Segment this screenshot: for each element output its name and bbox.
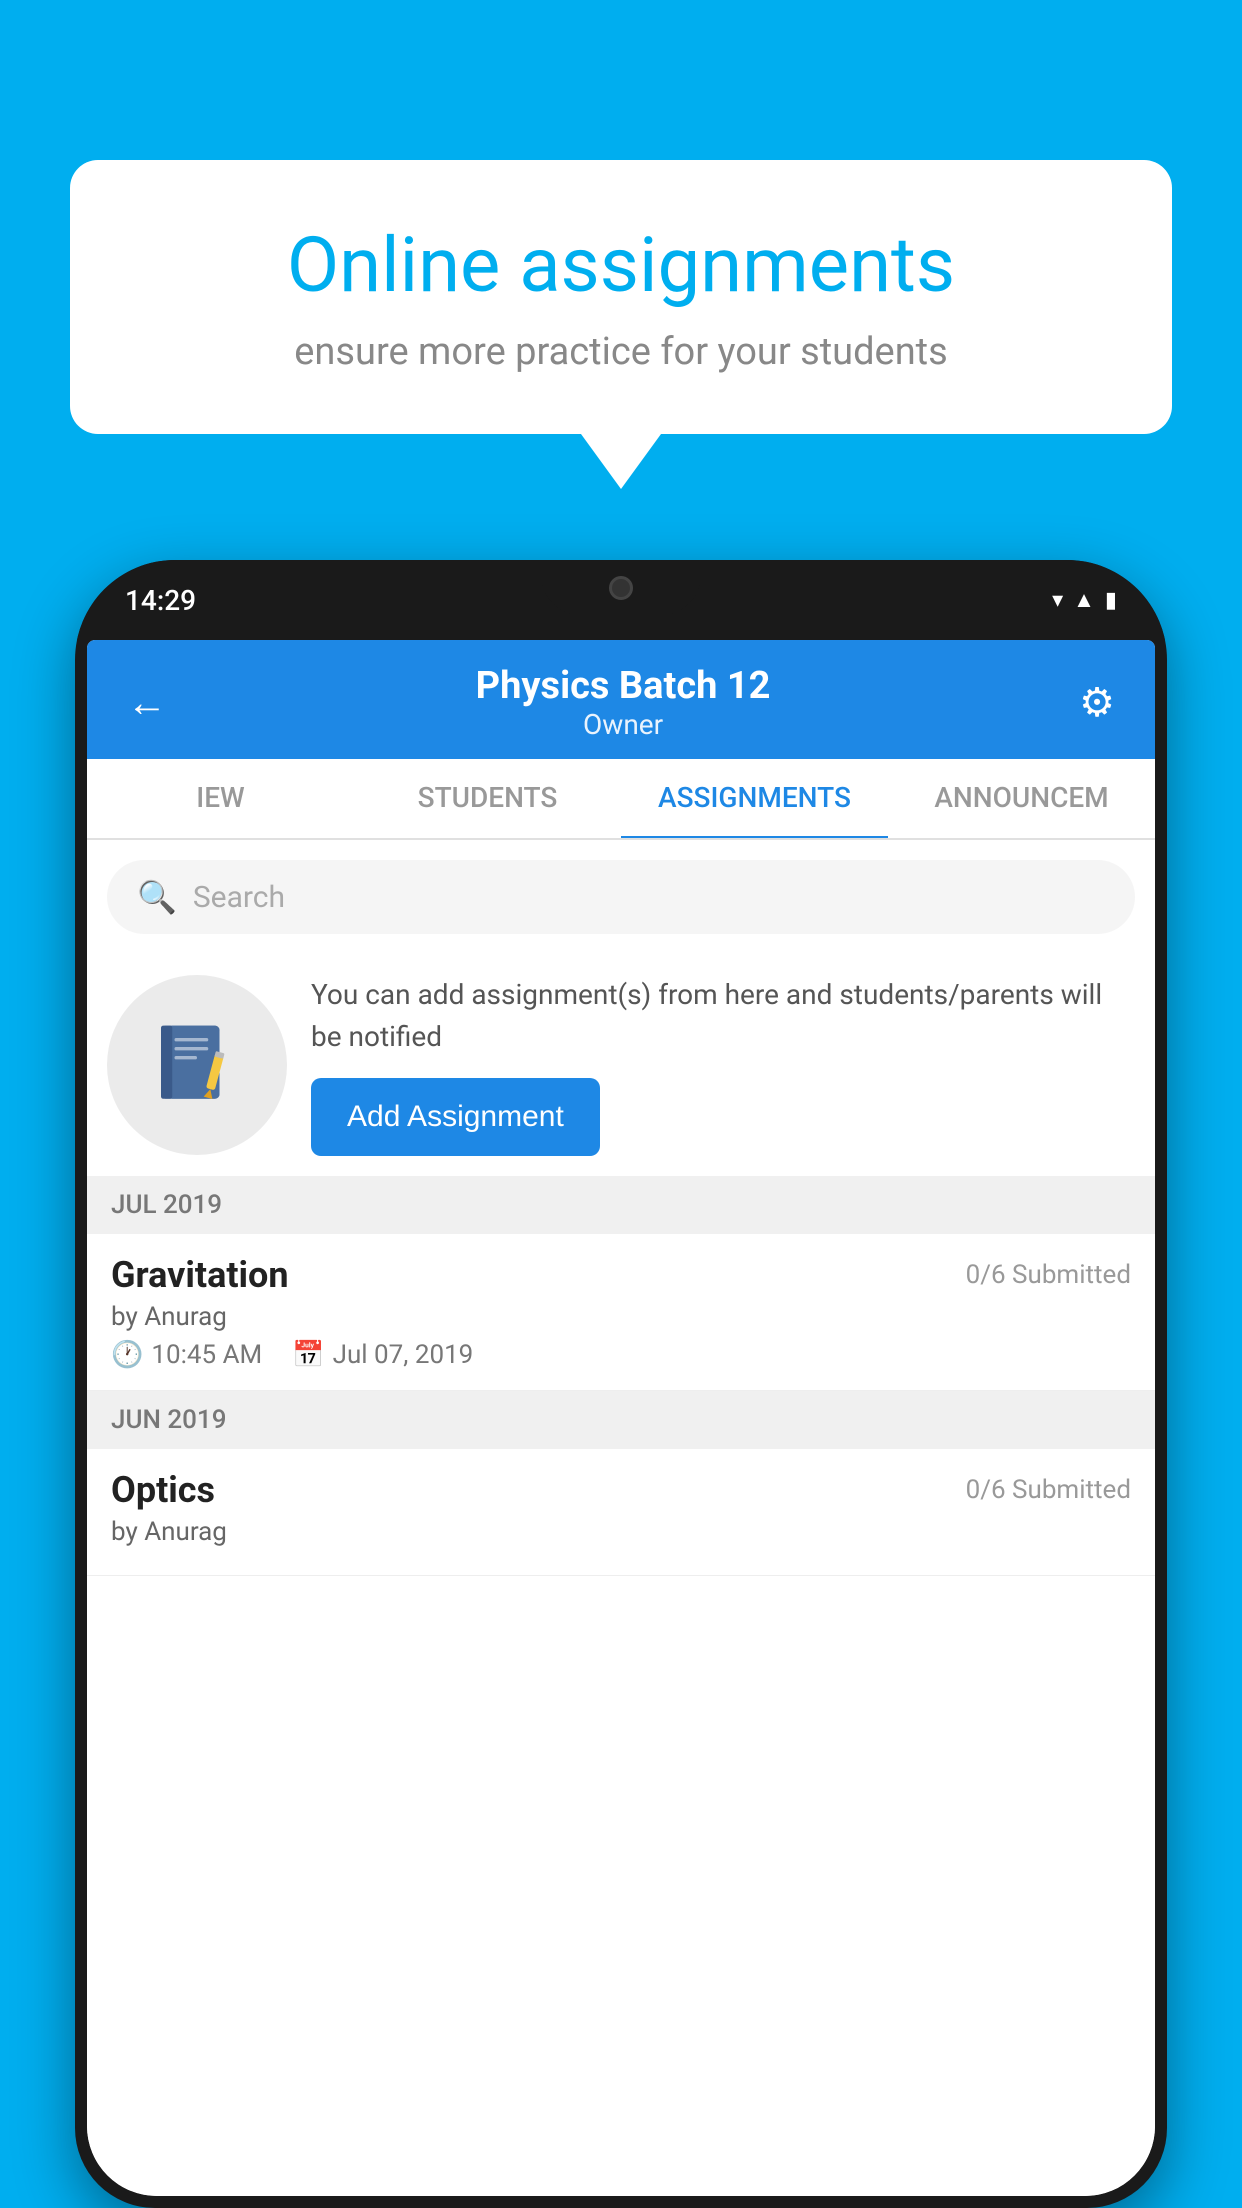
battery-icon: ▮ (1105, 588, 1117, 613)
phone-screen: ← Physics Batch 12 Owner ⚙ IEW STUDENTS … (87, 640, 1155, 2196)
header-subtitle: Owner (476, 708, 771, 741)
assignment-row1: Gravitation 0/6 Submitted (111, 1254, 1131, 1296)
tab-assignments[interactable]: ASSIGNMENTS (621, 759, 888, 840)
empty-state: You can add assignment(s) from here and … (87, 944, 1155, 1176)
speech-bubble-title: Online assignments (140, 220, 1102, 310)
time-value-gravitation: 10:45 AM (151, 1340, 262, 1370)
speech-bubble-arrow (581, 434, 661, 489)
assignment-row1-optics: Optics 0/6 Submitted (111, 1469, 1131, 1511)
assignment-submitted-optics: 0/6 Submitted (966, 1475, 1131, 1505)
section-header-jul-2019: JUL 2019 (87, 1176, 1155, 1234)
tab-students[interactable]: STUDENTS (354, 759, 621, 838)
signal-icon: ▲ (1073, 587, 1095, 613)
status-time: 14:29 (125, 584, 196, 617)
assignment-item-optics[interactable]: Optics 0/6 Submitted by Anurag (87, 1449, 1155, 1576)
assignment-title-optics: Optics (111, 1469, 215, 1511)
empty-state-text: You can add assignment(s) from here and … (311, 974, 1135, 1156)
phone-notch (541, 560, 701, 615)
assignment-author-gravitation: by Anurag (111, 1302, 1131, 1332)
section-header-jun-2019: JUN 2019 (87, 1391, 1155, 1449)
status-icons: ▾ ▲ ▮ (1052, 587, 1117, 613)
empty-icon-circle (107, 975, 287, 1155)
back-button[interactable]: ← (127, 679, 167, 726)
tab-iew[interactable]: IEW (87, 759, 354, 838)
date-value-gravitation: Jul 07, 2019 (333, 1340, 474, 1370)
tab-announcements[interactable]: ANNOUNCEM (888, 759, 1155, 838)
assignment-author-optics: by Anurag (111, 1517, 1131, 1547)
meta-time-gravitation: 🕐 10:45 AM (111, 1340, 262, 1370)
assignment-title-gravitation: Gravitation (111, 1254, 289, 1296)
app-header: ← Physics Batch 12 Owner ⚙ (87, 640, 1155, 759)
wifi-icon: ▾ (1052, 588, 1063, 613)
search-bar[interactable]: 🔍 Search (107, 860, 1135, 934)
assignment-item-gravitation[interactable]: Gravitation 0/6 Submitted by Anurag 🕐 10… (87, 1234, 1155, 1391)
calendar-icon: 📅 (292, 1340, 324, 1370)
screen-content: 🔍 Search (87, 840, 1155, 2196)
speech-bubble-container: Online assignments ensure more practice … (70, 160, 1172, 489)
phone-camera (609, 576, 633, 600)
notebook-icon (152, 1020, 242, 1110)
speech-bubble: Online assignments ensure more practice … (70, 160, 1172, 434)
tabs-container: IEW STUDENTS ASSIGNMENTS ANNOUNCEM (87, 759, 1155, 840)
meta-date-gravitation: 📅 Jul 07, 2019 (292, 1340, 473, 1370)
add-assignment-button[interactable]: Add Assignment (311, 1078, 600, 1156)
assignment-meta-gravitation: 🕐 10:45 AM 📅 Jul 07, 2019 (111, 1340, 1131, 1370)
header-title-group: Physics Batch 12 Owner (476, 664, 771, 741)
assignment-submitted-gravitation: 0/6 Submitted (966, 1260, 1131, 1290)
search-placeholder: Search (193, 880, 285, 915)
settings-icon[interactable]: ⚙ (1079, 679, 1115, 726)
header-title: Physics Batch 12 (476, 664, 771, 708)
speech-bubble-subtitle: ensure more practice for your students (140, 330, 1102, 374)
empty-state-description: You can add assignment(s) from here and … (311, 974, 1135, 1058)
search-icon: 🔍 (137, 878, 177, 916)
phone-top-bar: 14:29 ▾ ▲ ▮ (75, 560, 1167, 640)
clock-icon: 🕐 (111, 1340, 143, 1370)
phone-frame: 14:29 ▾ ▲ ▮ ← Physics Batch 12 Owner ⚙ I… (75, 560, 1167, 2208)
